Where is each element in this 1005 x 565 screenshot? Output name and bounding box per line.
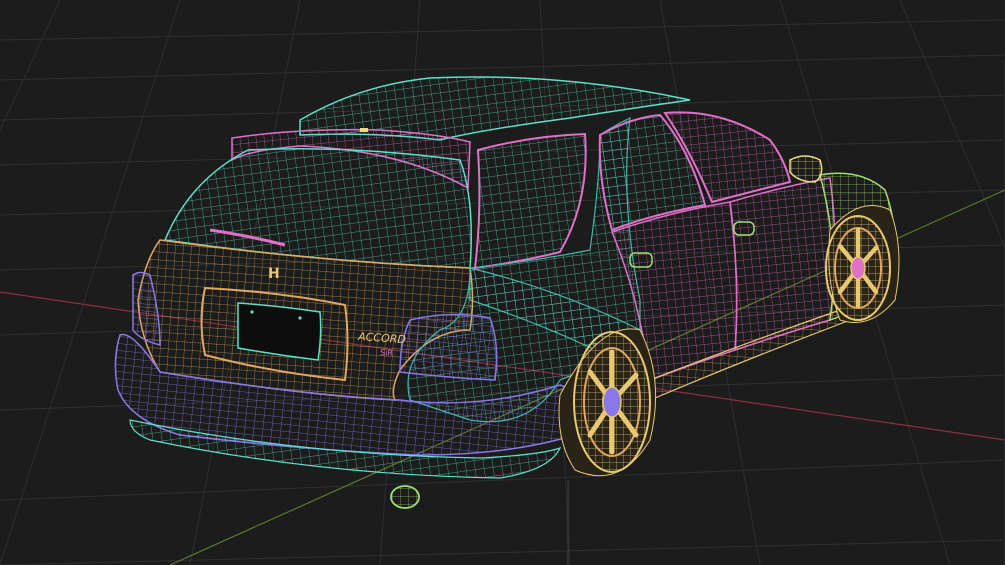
car-trim-badge: SiR xyxy=(380,348,394,358)
car-exhaust-tip xyxy=(390,485,420,509)
car-tail-light-right xyxy=(399,313,498,381)
viewport-canvas: H ACCORD SiR xyxy=(0,0,1005,565)
car-third-brake-light xyxy=(360,128,368,132)
car-emblem: H xyxy=(268,266,280,282)
3d-viewport[interactable]: H ACCORD SiR xyxy=(0,0,1005,565)
wireframe-car: H ACCORD SiR xyxy=(114,76,900,509)
car-front-wheel xyxy=(825,205,900,323)
car-quarter-glass xyxy=(473,132,587,270)
car-side-mirror xyxy=(789,155,823,183)
